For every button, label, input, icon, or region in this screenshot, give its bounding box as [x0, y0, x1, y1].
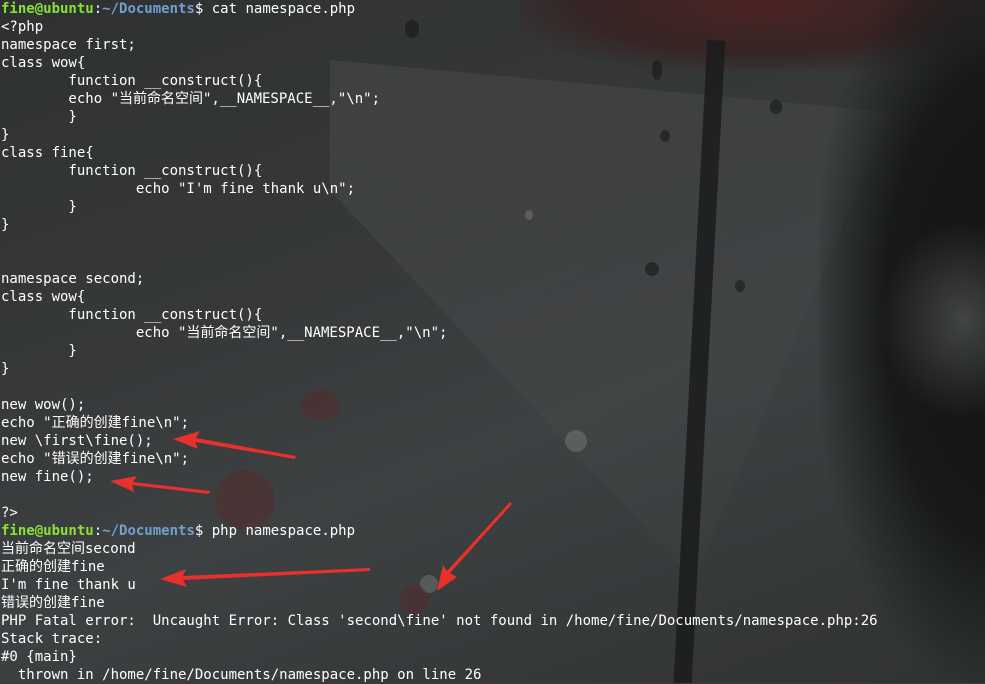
- code-line: echo "当前命名空间",__NAMESPACE__,"\n";: [1, 325, 448, 341]
- code-line: }: [1, 127, 10, 143]
- code-line: echo "错误的创建fine\n";: [1, 451, 190, 467]
- prompt-user-host: fine@ubuntu: [1, 523, 94, 539]
- code-line: }: [1, 361, 10, 377]
- code-line: class wow{: [1, 289, 86, 305]
- terminal-output: fine@ubuntu:~/Documents$ cat namespace.p…: [1, 0, 878, 684]
- code-line: }: [1, 199, 77, 215]
- prompt-command: php namespace.php: [203, 523, 356, 539]
- output-line: Stack trace:: [1, 631, 103, 647]
- output-line: 当前命名空间second: [1, 541, 136, 557]
- code-line: new \first\fine();: [1, 433, 153, 449]
- output-line: 错误的创建fine: [1, 595, 105, 611]
- code-line: }: [1, 217, 10, 233]
- code-line: function __construct(){: [1, 73, 263, 89]
- code-line: namespace second;: [1, 271, 145, 287]
- prompt-user-host: fine@ubuntu: [1, 1, 94, 17]
- code-line: function __construct(){: [1, 307, 263, 323]
- shell-prompt-line: fine@ubuntu:~/Documents$ php namespace.p…: [1, 523, 356, 539]
- shell-prompt-line: fine@ubuntu:~/Documents$ cat namespace.p…: [1, 1, 356, 17]
- program-output: 当前命名空间second 正确的创建fine I'm fine thank u 错误的…: [1, 540, 878, 684]
- code-listing: <?php namespace first; class wow{ function…: [1, 18, 878, 522]
- code-line: class wow{: [1, 55, 86, 71]
- output-line: I'm fine thank u: [1, 577, 136, 593]
- code-line: function __construct(){: [1, 163, 263, 179]
- code-line: <?php: [1, 19, 44, 35]
- prompt-command: cat namespace.php: [203, 1, 356, 17]
- code-line: namespace first;: [1, 37, 136, 53]
- code-line: class fine{: [1, 145, 94, 161]
- code-line: echo "I'm fine thank u\n";: [1, 181, 356, 197]
- output-line: PHP Fatal error: Uncaught Error: Class '…: [1, 613, 878, 629]
- output-line: #0 {main}: [1, 649, 77, 665]
- code-line: echo "正确的创建fine\n";: [1, 415, 190, 431]
- output-line: 正确的创建fine: [1, 559, 105, 575]
- code-line: }: [1, 343, 77, 359]
- output-line: thrown in /home/fine/Documents/namespace…: [1, 667, 482, 683]
- code-line: }: [1, 109, 77, 125]
- prompt-path: ~/Documents: [102, 1, 195, 17]
- prompt-path: ~/Documents: [102, 523, 195, 539]
- code-line: ?>: [1, 505, 18, 521]
- code-line: echo "当前命名空间",__NAMESPACE__,"\n";: [1, 91, 381, 107]
- code-line: new wow();: [1, 397, 86, 413]
- code-line: new fine();: [1, 469, 94, 485]
